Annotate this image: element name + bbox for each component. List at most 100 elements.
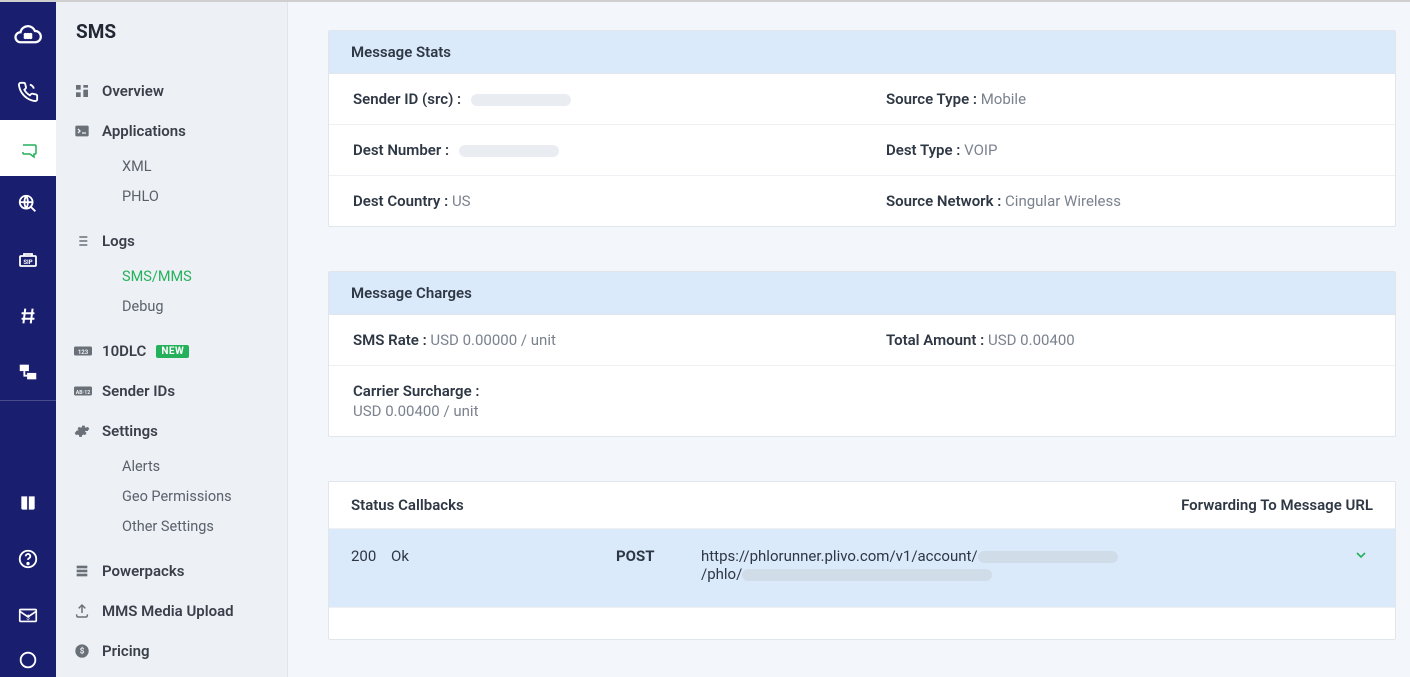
stat-sender-id: Sender ID (src) : [329, 74, 862, 124]
new-badge: NEW [156, 345, 189, 358]
sidebar-sub-label: Alerts [122, 458, 160, 475]
callbacks-header: Status Callbacks Forwarding To Message U… [329, 482, 1395, 529]
rail-voice[interactable] [0, 64, 56, 120]
label: Sender ID (src) : [353, 90, 461, 108]
rail-lookup[interactable] [0, 176, 56, 232]
expand-toggle[interactable] [1349, 547, 1373, 567]
hash-icon [17, 305, 39, 327]
dollar-icon: $ [74, 643, 90, 659]
callback-row[interactable]: 200 Ok POST https://phlorunner.plivo.com… [329, 529, 1395, 607]
message-icon [16, 136, 40, 160]
sidebar-item-label: Applications [96, 122, 186, 140]
sidebar-sub-smsmms[interactable]: SMS/MMS [74, 261, 277, 291]
main-content: Message Stats Sender ID (src) : Source T… [288, 2, 1410, 677]
sidebar-sub-label: Geo Permissions [122, 488, 232, 505]
svg-text:AB·12: AB·12 [76, 390, 91, 396]
value: USD 0.00400 / unit [353, 402, 838, 420]
rail-logo[interactable] [0, 8, 56, 64]
label: Dest Country : [353, 192, 448, 210]
ten-dlc-icon: 123 [74, 344, 92, 358]
card-message-charges: Message Charges SMS Rate : USD 0.00000 /… [328, 271, 1396, 437]
label: Source Type : [886, 90, 977, 108]
charge-total: Total Amount : USD 0.00400 [862, 315, 1395, 365]
sidebar-sub-geo[interactable]: Geo Permissions [74, 481, 277, 511]
sidebar-sub-other[interactable]: Other Settings [74, 511, 277, 541]
stat-dest-type: Dest Type : VOIP [862, 125, 1395, 175]
value: US [452, 192, 471, 210]
search-globe-icon [17, 193, 39, 215]
stats-row: Dest Country : US Source Network : Cingu… [329, 176, 1395, 226]
stat-dest-number: Dest Number : [329, 125, 862, 175]
gear-icon [74, 423, 90, 439]
label: Source Network : [886, 192, 1001, 210]
sidebar-item-mms-media[interactable]: MMS Media Upload [74, 591, 277, 631]
callback-status: Ok [391, 547, 616, 565]
trunk-icon [17, 361, 39, 383]
url-part: /phlo/ [701, 565, 742, 583]
rail-numbers[interactable] [0, 288, 56, 344]
rail-help[interactable] [0, 531, 56, 587]
stats-row: Dest Number : Dest Type : VOIP [329, 125, 1395, 176]
value: USD 0.00000 / unit [430, 331, 555, 349]
help-icon [17, 548, 39, 570]
sidebar-item-powerpacks[interactable]: Powerpacks [74, 551, 277, 591]
sidebar-sub-debug[interactable]: Debug [74, 291, 277, 321]
callback-url: https://phlorunner.plivo.com/v1/account/… [701, 547, 1349, 583]
sip-icon: SIP [16, 248, 40, 272]
sidebar: SMS Overview Applications XML PHLO Logs … [56, 2, 288, 677]
sidebar-sub-label: Debug [122, 298, 163, 315]
sidebar-item-label: MMS Media Upload [96, 602, 234, 620]
redacted-value [978, 551, 1118, 563]
sidebar-sub-label: SMS/MMS [122, 268, 192, 285]
url-part: https://phlorunner.plivo.com/v1/account/ [701, 547, 978, 565]
envelope-money-icon: $ [17, 604, 39, 626]
callbacks-forwarding-label: Forwarding To Message URL [1181, 496, 1373, 514]
sidebar-sub-alerts[interactable]: Alerts [74, 451, 277, 481]
rail-sip[interactable]: SIP [0, 232, 56, 288]
card-status-callbacks: Status Callbacks Forwarding To Message U… [328, 481, 1396, 640]
callback-method: POST [616, 547, 701, 565]
svg-text:SIP: SIP [23, 259, 32, 266]
sidebar-item-label: 10DLC [96, 342, 146, 360]
stat-source-network: Source Network : Cingular Wireless [862, 176, 1395, 226]
callbacks-footer [329, 607, 1395, 639]
sidebar-item-label: Overview [96, 82, 164, 100]
rail-billing[interactable]: $ [0, 587, 56, 643]
charges-row: SMS Rate : USD 0.00000 / unit Total Amou… [329, 315, 1395, 366]
terminal-icon [74, 123, 90, 139]
sidebar-title: SMS [56, 20, 287, 71]
redacted-value [459, 145, 559, 157]
empty-cell [862, 366, 1395, 436]
cloud-logo-icon [13, 21, 43, 51]
list-icon [74, 233, 90, 249]
sidebar-item-10dlc[interactable]: 123 10DLC NEW [74, 331, 277, 371]
rail-docs[interactable] [0, 475, 56, 531]
stats-row: Sender ID (src) : Source Type : Mobile [329, 74, 1395, 125]
sidebar-item-label: Powerpacks [96, 562, 185, 580]
stat-source-type: Source Type : Mobile [862, 74, 1395, 124]
callback-code: 200 [351, 547, 391, 565]
rail-account[interactable] [0, 643, 56, 677]
stat-dest-country: Dest Country : US [329, 176, 862, 226]
svg-text:123: 123 [78, 349, 89, 356]
sidebar-sub-phlo[interactable]: PHLO [74, 181, 277, 211]
dashboard-icon [74, 83, 90, 99]
chevron-down-icon [1353, 547, 1369, 563]
sidebar-item-senderids[interactable]: AB·12 Sender IDs [74, 371, 277, 411]
sidebar-item-logs[interactable]: Logs [74, 221, 277, 261]
sidebar-item-applications[interactable]: Applications [74, 111, 277, 151]
sidebar-item-settings[interactable]: Settings [74, 411, 277, 451]
sidebar-sub-xml[interactable]: XML [74, 151, 277, 181]
phone-icon [17, 81, 39, 103]
rail-zentrunk[interactable] [0, 344, 56, 400]
label: Total Amount : [886, 331, 984, 349]
upload-icon [74, 603, 90, 619]
circle-icon [17, 649, 39, 671]
stack-icon [74, 563, 90, 579]
value: Mobile [981, 90, 1026, 108]
rail-sms[interactable] [0, 120, 56, 176]
sidebar-item-overview[interactable]: Overview [74, 71, 277, 111]
sidebar-item-pricing[interactable]: $ Pricing [74, 631, 277, 671]
charge-surcharge: Carrier Surcharge : USD 0.00400 / unit [329, 366, 862, 436]
value: Cingular Wireless [1005, 192, 1121, 210]
